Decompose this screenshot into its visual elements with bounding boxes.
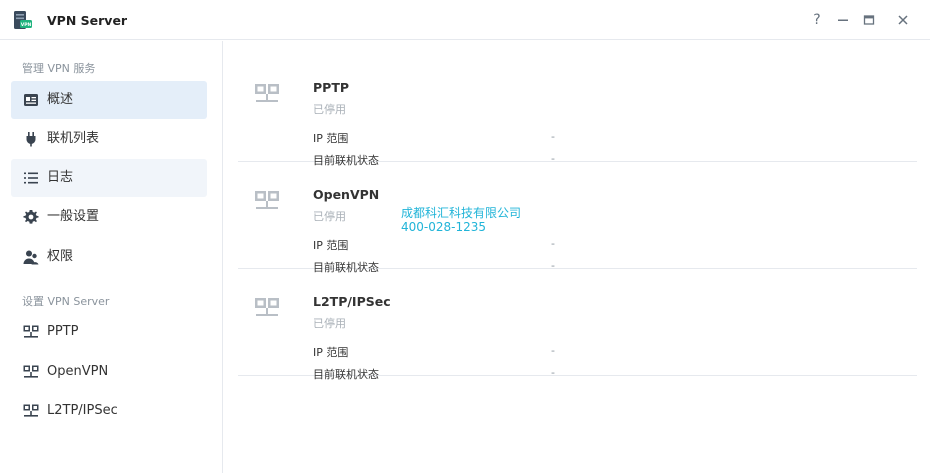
sidebar-item-connection-list[interactable]: 联机列表 xyxy=(11,120,207,158)
sidebar-item-label: 联机列表 xyxy=(47,131,100,146)
list-icon xyxy=(24,172,38,184)
sidebar-item-label: 一般设置 xyxy=(47,209,100,224)
sidebar: 管理 VPN 服务 概述 联机列表 日志 一般设置 权限 设置 VPN Serv… xyxy=(0,41,223,473)
ip-range-value: - xyxy=(551,130,555,143)
title-bar: VPN VPN Server ? xyxy=(0,0,930,40)
network-icon xyxy=(255,84,279,102)
minimize-icon[interactable] xyxy=(834,11,852,29)
network-icon xyxy=(23,325,39,338)
section-label-manage: 管理 VPN 服务 xyxy=(22,62,96,75)
users-icon xyxy=(23,250,39,265)
overview-icon xyxy=(24,94,38,106)
network-icon xyxy=(255,191,279,209)
ip-range-label: IP 范围 xyxy=(313,132,349,145)
sidebar-item-pptp[interactable]: PPTP xyxy=(11,313,207,351)
service-overview: PPTP 已停用 IP 范围 - 目前联机状态 - OpenVPN 已停用 IP… xyxy=(224,41,930,473)
watermark-company: 成都科汇科技有限公司 xyxy=(401,206,522,220)
service-name: OpenVPN xyxy=(313,187,380,202)
sidebar-item-label: 日志 xyxy=(47,170,74,185)
sidebar-item-openvpn[interactable]: OpenVPN xyxy=(11,353,207,391)
gear-icon xyxy=(23,209,39,224)
help-icon[interactable]: ? xyxy=(808,11,826,29)
service-card-l2tp-ipsec: L2TP/IPSec 已停用 IP 范围 - 目前联机状态 - xyxy=(238,269,917,381)
sidebar-item-log[interactable]: 日志 xyxy=(11,159,207,197)
section-label-settings: 设置 VPN Server xyxy=(22,295,110,308)
watermark-phone: 400-028-1235 xyxy=(401,220,487,234)
service-card-pptp: PPTP 已停用 IP 范围 - 目前联机状态 - xyxy=(238,55,917,167)
sidebar-item-general-settings[interactable]: 一般设置 xyxy=(11,198,207,236)
ip-range-value: - xyxy=(551,237,555,250)
network-icon xyxy=(23,404,39,417)
watermark-text: 成都科汇科技有限公司 400-028-1235 xyxy=(401,206,521,234)
svg-text:VPN: VPN xyxy=(21,22,32,28)
sidebar-item-overview[interactable]: 概述 xyxy=(11,81,207,119)
maximize-icon[interactable] xyxy=(860,11,878,29)
sidebar-item-label: 权限 xyxy=(47,249,74,264)
vpn-app-icon: VPN xyxy=(14,11,32,29)
close-icon[interactable] xyxy=(894,11,912,29)
sidebar-item-l2tp-ipsec[interactable]: L2TP/IPSec xyxy=(11,392,207,430)
ip-range-label: IP 范围 xyxy=(313,239,349,252)
service-card-openvpn: OpenVPN 已停用 IP 范围 - 目前联机状态 - xyxy=(238,162,917,274)
service-name: L2TP/IPSec xyxy=(313,294,391,309)
sidebar-item-label: L2TP/IPSec xyxy=(47,403,118,418)
sidebar-item-label: OpenVPN xyxy=(47,364,109,379)
ip-range-label: IP 范围 xyxy=(313,346,349,359)
sidebar-item-label: 概述 xyxy=(47,92,74,107)
network-icon xyxy=(23,365,39,378)
service-status: 已停用 xyxy=(313,103,346,116)
connection-status-label: 目前联机状态 xyxy=(313,368,379,381)
connection-status-value: - xyxy=(551,366,555,379)
window-title: VPN Server xyxy=(47,13,128,28)
sidebar-item-label: PPTP xyxy=(47,324,79,339)
network-icon xyxy=(255,298,279,316)
plug-icon xyxy=(26,132,36,147)
service-status: 已停用 xyxy=(313,317,346,330)
sidebar-item-privileges[interactable]: 权限 xyxy=(11,238,207,276)
service-name: PPTP xyxy=(313,80,350,95)
ip-range-value: - xyxy=(551,344,555,357)
service-status: 已停用 xyxy=(313,210,346,223)
